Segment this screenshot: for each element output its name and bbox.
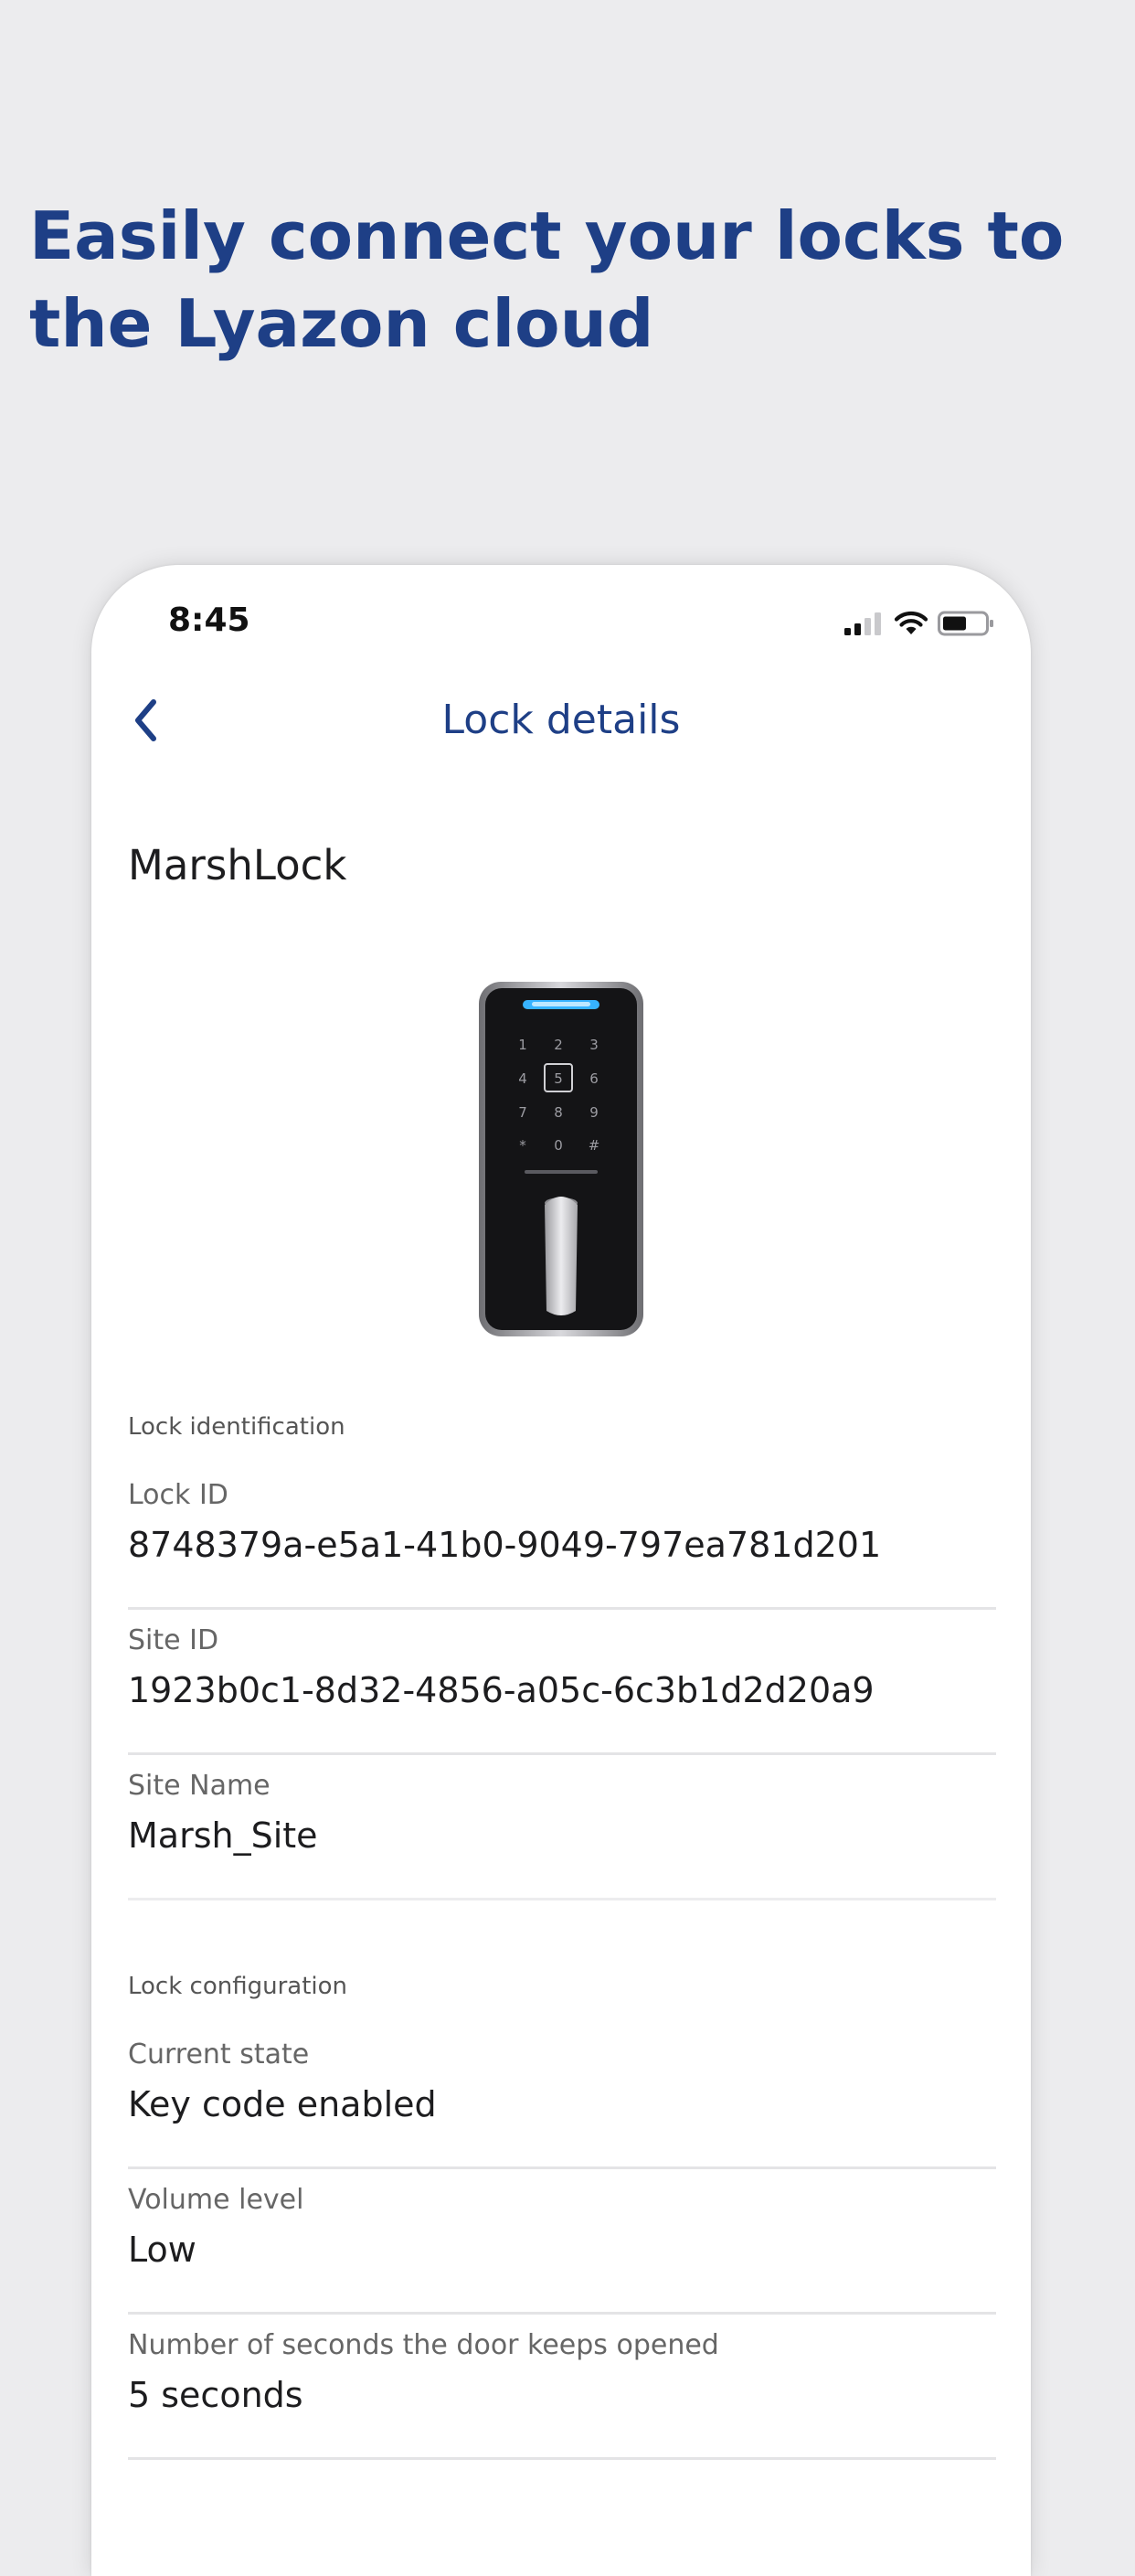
field-label: Site ID	[128, 1624, 219, 1656]
keypad-key: 7	[518, 1104, 527, 1121]
field-label: Site Name	[128, 1770, 270, 1802]
lock-name: MarshLock	[128, 841, 347, 889]
battery-icon	[938, 611, 993, 636]
field-label: Number of seconds the door keeps opened	[128, 2329, 719, 2361]
phone-screen: 8:45 Lock details MarshLock 1 2 3 4 5 6 …	[91, 565, 1031, 2576]
field-value: Marsh_Site	[128, 1815, 318, 1856]
field-label: Volume level	[128, 2184, 304, 2216]
lock-configuration-section: Lock configuration Current state Key cod…	[128, 1973, 996, 2460]
page-title: Lock details	[441, 697, 681, 743]
keypad-key: 6	[589, 1070, 599, 1087]
keypad-key: 4	[518, 1070, 527, 1087]
field-value: 1923b0c1-8d32-4856-a05c-6c3b1d2d20a9	[128, 1670, 875, 1710]
keypad-key: 9	[589, 1104, 599, 1121]
keypad-key: *	[519, 1137, 526, 1154]
door-open-seconds-field: Number of seconds the door keeps opened …	[128, 2315, 996, 2460]
lock-device-image: 1 2 3 4 5 6 7 8 9 * 0 #	[479, 982, 643, 1336]
keypad-key: 5	[554, 1070, 563, 1087]
field-value: Key code enabled	[128, 2084, 437, 2124]
field-value: Low	[128, 2230, 196, 2270]
keypad-key: 0	[554, 1137, 563, 1154]
volume-level-field: Volume level Low	[128, 2169, 996, 2315]
section-label: Lock configuration	[128, 1973, 348, 2000]
field-label: Current state	[128, 2038, 310, 2070]
current-state-field: Current state Key code enabled	[128, 2024, 996, 2169]
site-name-field: Site Name Marsh_Site	[128, 1755, 996, 1900]
lock-identification-section: Lock identification Lock ID 8748379a-e5a…	[128, 1413, 996, 1900]
keypad-key: #	[589, 1137, 600, 1154]
wifi-icon	[894, 612, 928, 634]
site-id-field: Site ID 1923b0c1-8d32-4856-a05c-6c3b1d2d…	[128, 1610, 996, 1755]
signal-icon	[844, 612, 881, 635]
status-bar-time: 8:45	[168, 601, 250, 639]
field-label: Lock ID	[128, 1479, 228, 1511]
keypad-key: 1	[518, 1037, 527, 1053]
keypad-key: 2	[554, 1037, 563, 1053]
marketing-headline: Easily connect your locks to the Lyazon …	[29, 197, 1065, 362]
lock-id-field: Lock ID 8748379a-e5a1-41b0-9049-797ea781…	[128, 1464, 996, 1610]
field-value: 8748379a-e5a1-41b0-9049-797ea781d201	[128, 1525, 882, 1565]
keypad-key: 3	[589, 1037, 599, 1053]
status-bar-icons	[844, 605, 994, 642]
field-value: 5 seconds	[128, 2375, 303, 2415]
section-label: Lock identification	[128, 1413, 345, 1441]
keypad-key: 8	[554, 1104, 563, 1121]
